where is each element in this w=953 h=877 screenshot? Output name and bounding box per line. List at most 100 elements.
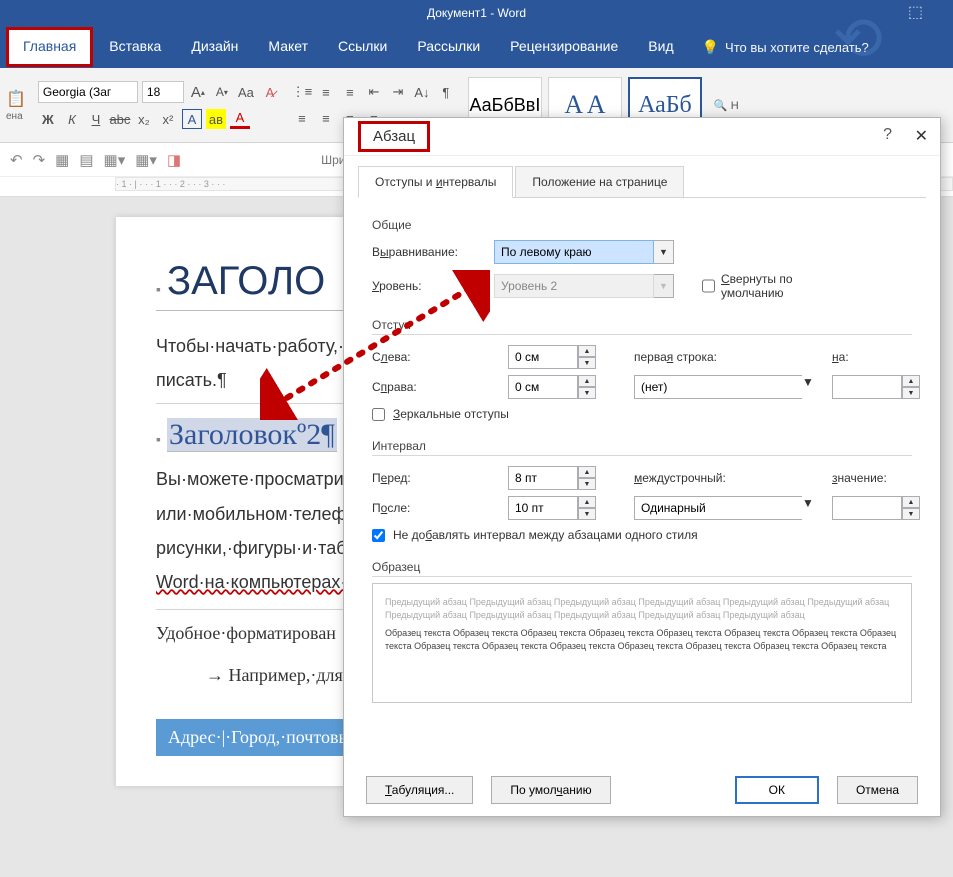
spin-down-icon[interactable]: ▼ xyxy=(578,357,596,369)
tab-mailings[interactable]: Рассылки xyxy=(403,30,494,64)
multilevel-icon[interactable]: ≡ xyxy=(340,82,360,102)
spin-up-icon[interactable]: ▲ xyxy=(578,345,596,357)
dialog-title: Абзац xyxy=(358,121,430,152)
bold-icon[interactable]: Ж xyxy=(38,109,58,129)
firstline-combo[interactable]: ▼ xyxy=(634,375,794,399)
right-spinner[interactable]: ▲▼ xyxy=(508,375,618,399)
tab-references[interactable]: Ссылки xyxy=(324,30,401,64)
tab-review[interactable]: Рецензирование xyxy=(496,30,632,64)
align-left-icon[interactable]: ≡ xyxy=(292,108,312,128)
by-label: на: xyxy=(832,350,912,364)
find-label[interactable]: Н xyxy=(731,100,739,112)
dialog-body: Общие Выравнивание: ▼ Уровень: ▼ Свернут… xyxy=(344,198,940,713)
qat-icon[interactable]: ▦▾ xyxy=(104,151,126,169)
tab-linebreaks[interactable]: Положение на странице xyxy=(515,166,684,197)
change-case-icon[interactable]: Aa xyxy=(236,82,256,102)
before-label: Перед: xyxy=(372,471,492,485)
left-spinner[interactable]: ▲▼ xyxy=(508,345,618,369)
subscript-icon[interactable]: x₂ xyxy=(134,109,154,129)
align-center-icon[interactable]: ≡ xyxy=(316,108,336,128)
clear-format-icon[interactable]: A̷ xyxy=(260,82,280,102)
dialog-titlebar: Абзац ? ✕ xyxy=(344,118,940,156)
font-name-combo[interactable] xyxy=(38,81,138,103)
firstline-label: первая строка: xyxy=(634,350,794,364)
value-spinner[interactable]: ▲▼ xyxy=(832,496,912,520)
strike-icon[interactable]: abc xyxy=(110,109,130,129)
default-button[interactable]: По умолчанию xyxy=(491,776,610,804)
sort-icon[interactable]: A↓ xyxy=(412,82,432,102)
tab-view[interactable]: Вид xyxy=(634,30,687,64)
editing-group: 🔍 Н xyxy=(714,99,739,112)
spin-down-icon[interactable]: ▼ xyxy=(578,478,596,490)
ribbon-tabs: ⟲ Главная Вставка Дизайн Макет Ссылки Ра… xyxy=(0,26,953,68)
spin-up-icon[interactable]: ▲ xyxy=(578,375,596,387)
font-group: A▴ A▾ Aa A̷ Ж К Ч abc x₂ x² A aʙ A xyxy=(38,81,280,129)
highlight-icon[interactable]: aʙ xyxy=(206,109,226,129)
italic-icon[interactable]: К xyxy=(62,109,82,129)
nospace-checkbox[interactable]: Не добавлять интервал между абзацами одн… xyxy=(372,528,912,542)
align-label: Выравнивание: xyxy=(372,245,482,259)
section-general: Общие xyxy=(372,218,912,232)
collapse-checkbox[interactable]: Свернуты по умолчанию xyxy=(702,272,812,300)
mirror-checkbox[interactable]: Зеркальные отступы xyxy=(372,407,912,421)
redo-icon[interactable]: ↷ xyxy=(33,151,46,169)
after-spinner[interactable]: ▲▼ xyxy=(508,496,618,520)
pilcrow-icon[interactable]: ¶ xyxy=(436,82,456,102)
superscript-icon[interactable]: x² xyxy=(158,109,178,129)
ok-button[interactable]: ОК xyxy=(735,776,819,804)
text-effects-icon[interactable]: A xyxy=(182,109,202,129)
dialog-buttons: Табуляция... По умолчанию ОК Отмена xyxy=(344,776,940,804)
qat-icon[interactable]: ▦ xyxy=(55,151,69,169)
value-label: значение: xyxy=(832,471,912,485)
cancel-button[interactable]: Отмена xyxy=(837,776,918,804)
by-spinner[interactable]: ▲▼ xyxy=(832,375,912,399)
paste-label: ена xyxy=(6,111,26,122)
chevron-down-icon[interactable]: ▼ xyxy=(802,375,814,399)
grow-font-icon[interactable]: A▴ xyxy=(188,82,208,102)
spin-down-icon[interactable]: ▼ xyxy=(578,387,596,399)
help-icon[interactable]: ? xyxy=(883,126,892,144)
title-bar: Документ1 - Word ⬚ xyxy=(0,0,953,26)
tab-insert[interactable]: Вставка xyxy=(95,30,175,64)
section-preview: Образец xyxy=(372,560,912,577)
tab-indents[interactable]: Отступы и интервалы xyxy=(358,166,513,198)
shrink-font-icon[interactable]: A▾ xyxy=(212,82,232,102)
spin-down-icon[interactable]: ▼ xyxy=(902,508,920,520)
tab-design[interactable]: Дизайн xyxy=(177,30,252,64)
chevron-down-icon[interactable]: ▼ xyxy=(802,496,814,520)
paste-icon[interactable]: 📋 xyxy=(6,89,26,109)
spin-down-icon[interactable]: ▼ xyxy=(902,387,920,399)
tab-layout[interactable]: Макет xyxy=(254,30,322,64)
chevron-down-icon[interactable]: ▼ xyxy=(654,240,674,264)
close-icon[interactable]: ✕ xyxy=(915,126,928,146)
qat-icon[interactable]: ▦▾ xyxy=(135,151,157,169)
heading2[interactable]: Заголовокº2¶ xyxy=(167,418,337,452)
linespacing-combo[interactable]: ▼ xyxy=(634,496,794,520)
dec-indent-icon[interactable]: ⇤ xyxy=(364,82,384,102)
inc-indent-icon[interactable]: ⇥ xyxy=(388,82,408,102)
before-spinner[interactable]: ▲▼ xyxy=(508,466,618,490)
spin-up-icon[interactable]: ▲ xyxy=(578,496,596,508)
tabs-button[interactable]: Табуляция... xyxy=(366,776,473,804)
level-combo xyxy=(494,274,654,298)
tell-me[interactable]: 💡Что вы хотите сделать? xyxy=(702,39,869,56)
align-combo[interactable] xyxy=(494,240,654,264)
share-icon[interactable]: ⬚ xyxy=(908,0,923,26)
tell-me-label: Что вы хотите сделать? xyxy=(725,40,869,55)
level-label: Уровень: xyxy=(372,279,482,293)
eraser-icon[interactable]: ◨ xyxy=(167,151,181,169)
bullets-icon[interactable]: ⋮≡ xyxy=(292,82,312,102)
underline-icon[interactable]: Ч xyxy=(86,109,106,129)
tab-home[interactable]: Главная xyxy=(6,27,93,67)
spin-up-icon[interactable]: ▲ xyxy=(902,496,920,508)
right-label: Справа: xyxy=(372,380,492,394)
numbering-icon[interactable]: ≡ xyxy=(316,82,336,102)
font-size-combo[interactable] xyxy=(142,81,184,103)
font-color-icon[interactable]: A xyxy=(230,109,250,129)
window-title: Документ1 - Word xyxy=(427,6,526,20)
undo-icon[interactable]: ↶ xyxy=(10,151,23,169)
spin-down-icon[interactable]: ▼ xyxy=(578,508,596,520)
spin-up-icon[interactable]: ▲ xyxy=(902,375,920,387)
spin-up-icon[interactable]: ▲ xyxy=(578,466,596,478)
qat-icon[interactable]: ▤ xyxy=(79,151,93,169)
